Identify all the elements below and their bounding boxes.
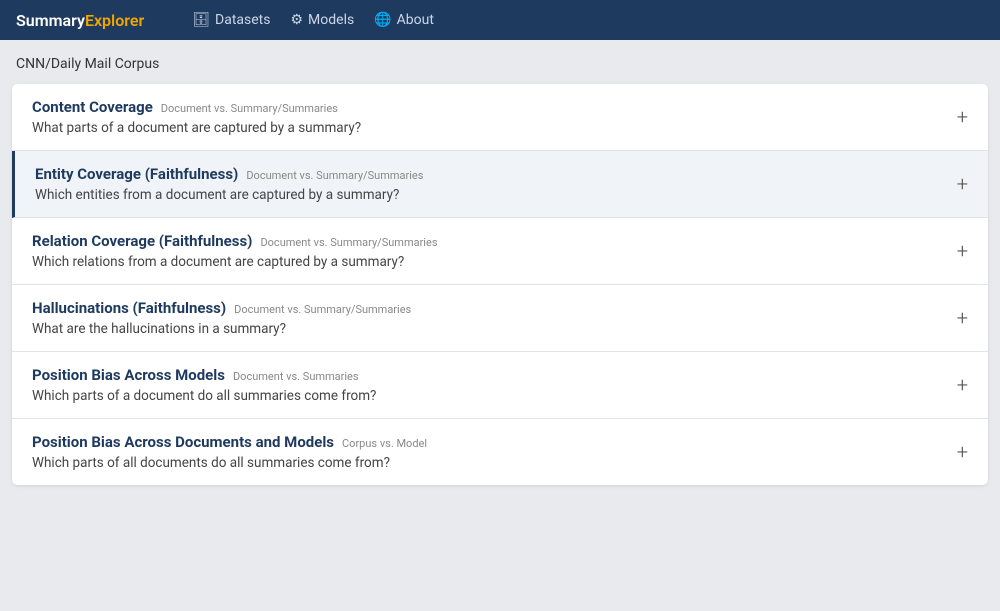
accordion-tag: Document vs. Summary/Summaries xyxy=(234,303,411,316)
accordion-left: Entity Coverage (Faithfulness) Document … xyxy=(35,165,941,203)
nav-datasets-label: Datasets xyxy=(215,12,270,28)
accordion-description: Which parts of all documents do all summ… xyxy=(32,455,941,471)
accordion-tag: Document vs. Summary/Summaries xyxy=(161,102,338,115)
accordion-title-row: Hallucinations (Faithfulness) Document v… xyxy=(32,299,941,317)
accordion-item[interactable]: Content Coverage Document vs. Summary/Su… xyxy=(12,84,988,151)
brand: SummaryExplorer xyxy=(16,11,144,30)
accordion-left: Relation Coverage (Faithfulness) Documen… xyxy=(32,232,941,270)
brand-explorer: Explorer xyxy=(85,11,144,30)
navbar: SummaryExplorer 🗄 Datasets ⚙ Models 🌐 Ab… xyxy=(0,0,1000,40)
accordion-tag: Corpus vs. Model xyxy=(342,437,427,450)
accordion-title: Position Bias Across Documents and Model… xyxy=(32,433,334,451)
accordion-title-row: Entity Coverage (Faithfulness) Document … xyxy=(35,165,941,183)
main-content: CNN/Daily Mail Corpus Content Coverage D… xyxy=(0,40,1000,501)
accordion-left: Content Coverage Document vs. Summary/Su… xyxy=(32,98,941,136)
nav-links: 🗄 Datasets ⚙ Models 🌐 About xyxy=(192,12,434,28)
accordion-left: Hallucinations (Faithfulness) Document v… xyxy=(32,299,941,337)
nav-about-label: About xyxy=(397,12,434,28)
accordion-description: What are the hallucinations in a summary… xyxy=(32,321,941,337)
accordion-left: Position Bias Across Models Document vs.… xyxy=(32,366,941,404)
accordion-tag: Document vs. Summary/Summaries xyxy=(246,169,423,182)
accordion-title: Entity Coverage (Faithfulness) xyxy=(35,165,238,183)
accordion-item[interactable]: Position Bias Across Models Document vs.… xyxy=(12,352,988,419)
accordion-item[interactable]: Entity Coverage (Faithfulness) Document … xyxy=(12,151,988,218)
accordion-left: Position Bias Across Documents and Model… xyxy=(32,433,941,471)
accordion-item[interactable]: Position Bias Across Documents and Model… xyxy=(12,419,988,485)
datasets-icon: 🗄 xyxy=(192,12,210,28)
about-icon: 🌐 xyxy=(374,12,391,28)
accordion-title-row: Relation Coverage (Faithfulness) Documen… xyxy=(32,232,941,250)
accordion-title-row: Content Coverage Document vs. Summary/Su… xyxy=(32,98,941,116)
accordion-description: What parts of a document are captured by… xyxy=(32,120,941,136)
nav-datasets[interactable]: 🗄 Datasets xyxy=(192,12,270,28)
nav-about[interactable]: 🌐 About xyxy=(374,12,434,28)
accordion-expand-icon[interactable]: + xyxy=(957,442,968,462)
accordion-tag: Document vs. Summary/Summaries xyxy=(260,236,437,249)
accordion-tag: Document vs. Summaries xyxy=(233,370,359,383)
accordion-expand-icon[interactable]: + xyxy=(957,375,968,395)
models-icon: ⚙ xyxy=(290,12,303,28)
accordion-description: Which parts of a document do all summari… xyxy=(32,388,941,404)
breadcrumb: CNN/Daily Mail Corpus xyxy=(12,56,988,72)
accordion-description: Which entities from a document are captu… xyxy=(35,187,941,203)
accordion-title-row: Position Bias Across Documents and Model… xyxy=(32,433,941,451)
accordion-expand-icon[interactable]: + xyxy=(957,174,968,194)
accordion-title: Relation Coverage (Faithfulness) xyxy=(32,232,252,250)
accordion-expand-icon[interactable]: + xyxy=(957,241,968,261)
brand-summary: Summary xyxy=(16,11,85,30)
accordion-item[interactable]: Hallucinations (Faithfulness) Document v… xyxy=(12,285,988,352)
accordion-title-row: Position Bias Across Models Document vs.… xyxy=(32,366,941,384)
accordion-title: Content Coverage xyxy=(32,98,153,116)
accordion-card: Content Coverage Document vs. Summary/Su… xyxy=(12,84,988,485)
nav-models-label: Models xyxy=(308,12,354,28)
accordion-description: Which relations from a document are capt… xyxy=(32,254,941,270)
accordion-expand-icon[interactable]: + xyxy=(957,308,968,328)
accordion-expand-icon[interactable]: + xyxy=(957,107,968,127)
accordion-title: Hallucinations (Faithfulness) xyxy=(32,299,226,317)
accordion-title: Position Bias Across Models xyxy=(32,366,225,384)
nav-models[interactable]: ⚙ Models xyxy=(290,12,354,28)
accordion-item[interactable]: Relation Coverage (Faithfulness) Documen… xyxy=(12,218,988,285)
